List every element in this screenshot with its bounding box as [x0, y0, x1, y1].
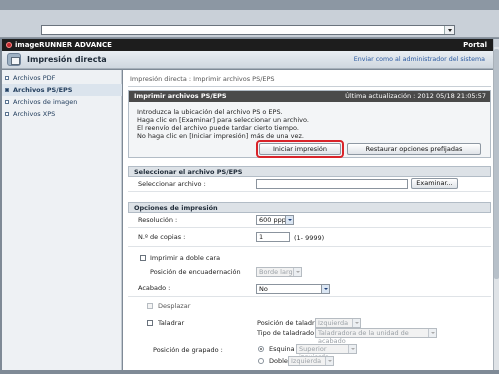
bullet-icon — [5, 100, 9, 104]
offset-label: Desplazar — [158, 302, 191, 310]
copies-value: 1 — [259, 233, 264, 241]
punch-label: Taladrar — [158, 319, 185, 327]
chevron-down-icon — [285, 216, 293, 224]
app-title: imageRUNNER ADVANCE — [15, 41, 112, 49]
punch-position-select[interactable]: Izquierda — [315, 318, 361, 328]
punch-type-value: Taladradora de la unidad de acabado — [318, 329, 409, 345]
canon-logo-icon — [6, 42, 12, 48]
file-path-input[interactable] — [256, 179, 408, 189]
sidebar-item-label: Archivos PDF — [13, 74, 56, 82]
function-title: Impresión directa — [27, 55, 107, 64]
chevron-down-icon — [293, 268, 301, 276]
chevron-down-icon — [325, 357, 333, 365]
binding-position-label: Posición de encuadernación — [150, 268, 241, 276]
duplex-checkbox[interactable] — [140, 255, 146, 261]
staple-double-value: Izquierda — [291, 357, 322, 365]
staple-double-radio[interactable] — [258, 358, 264, 364]
bullet-icon — [5, 88, 9, 92]
instruction-line: Haga clic en [Examinar] para seleccionar… — [137, 116, 309, 124]
browse-button[interactable]: Examinar... — [411, 178, 458, 189]
sidebar: Archivos PDF Archivos PS/EPS Archivos de… — [2, 70, 122, 370]
bullet-icon — [5, 112, 9, 116]
sidebar-item-label: Archivos PS/EPS — [13, 86, 73, 94]
sidebar-item-xps[interactable]: Archivos XPS — [2, 108, 122, 120]
offset-row: Desplazar — [128, 300, 491, 314]
binding-position-value: Borde largo — [259, 268, 297, 276]
main-content: Impresión directa : Imprimir archivos PS… — [123, 70, 493, 370]
copies-input[interactable]: 1 — [256, 232, 290, 242]
punch-type-label: Tipo de taladrado — [257, 329, 315, 337]
app-header: imageRUNNER ADVANCE Portal — [2, 39, 493, 51]
breadcrumb: Impresión directa : Imprimir archivos PS… — [130, 75, 275, 83]
bullet-icon — [5, 76, 9, 80]
duplex-block: Imprimir a doble cara Posición de encuad… — [128, 252, 491, 282]
offset-checkbox[interactable] — [147, 303, 153, 309]
punch-position-value: Izquierda — [318, 319, 349, 327]
finishing-select[interactable]: No — [256, 284, 330, 294]
staple-label: Posición de grapado : — [153, 346, 223, 354]
scroll-thumb[interactable] — [494, 49, 499, 279]
resolution-value: 600 ppp — [259, 216, 286, 224]
portal-link[interactable]: Portal — [463, 41, 487, 49]
print-panel: Imprimir archivos PS/EPS Última actualiz… — [128, 90, 491, 158]
chevron-down-icon — [428, 329, 436, 337]
function-bar: Impresión directa Enviar como al adminis… — [2, 51, 493, 69]
resolution-row: Resolución : 600 ppp — [128, 213, 491, 228]
browser-bottom-frame — [0, 370, 499, 374]
select-file-header: Seleccionar el archivo PS/EPS — [128, 166, 491, 177]
direct-print-icon — [7, 53, 21, 66]
copies-label: N.º de copias : — [138, 233, 186, 241]
divider — [128, 86, 491, 87]
start-print-button[interactable]: Iniciar impresión — [259, 143, 341, 155]
restore-defaults-button[interactable]: Restaurar opciones prefijadas — [347, 143, 481, 155]
sidebar-item-image[interactable]: Archivos de imagen — [2, 96, 122, 108]
resolution-select[interactable]: 600 ppp — [256, 215, 294, 225]
copies-range: (1- 9999) — [294, 234, 325, 242]
staple-block: Posición de grapado : Esquina Superior i… — [128, 344, 491, 370]
punch-checkbox[interactable] — [147, 320, 153, 326]
sidebar-item-ps-eps[interactable]: Archivos PS/EPS — [2, 84, 122, 96]
staple-double-select[interactable]: Izquierda — [288, 356, 334, 366]
sidebar-item-label: Archivos de imagen — [13, 98, 78, 106]
sidebar-item-pdf[interactable]: Archivos PDF — [2, 72, 122, 84]
duplex-label: Imprimir a doble cara — [150, 254, 221, 262]
chevron-down-icon — [348, 345, 356, 353]
punch-type-select[interactable]: Taladradora de la unidad de acabado — [315, 328, 437, 345]
sidebar-item-label: Archivos XPS — [13, 110, 56, 118]
finishing-label: Acabado : — [138, 284, 171, 292]
instruction-line: El reenvío del archivo puede tardar cier… — [137, 124, 299, 132]
binding-position-select[interactable]: Borde largo — [256, 267, 302, 277]
admin-login-link[interactable]: Enviar como al administrador del sistema — [354, 56, 485, 63]
finishing-value: No — [259, 285, 268, 293]
staple-corner-label: Esquina — [269, 345, 295, 353]
staple-double-label: Doble — [269, 357, 288, 365]
print-panel-title: Imprimir archivos PS/EPS — [134, 92, 227, 100]
instruction-line: Introduzca la ubicación del archivo PS o… — [137, 108, 283, 116]
scroll-up-icon[interactable] — [494, 39, 499, 47]
last-update: Última actualización : 2012 05/18 21:05:… — [345, 92, 486, 100]
print-options-header: Opciones de impresión — [128, 202, 491, 213]
resolution-label: Resolución : — [138, 216, 178, 224]
finishing-row: Acabado : No — [128, 283, 491, 297]
chevron-down-icon — [352, 319, 360, 327]
vertical-scrollbar[interactable] — [493, 39, 499, 370]
select-file-row: Seleccionar archivo : Examinar... — [128, 177, 491, 192]
address-bar[interactable] — [41, 25, 455, 35]
print-panel-header: Imprimir archivos PS/EPS Última actualiz… — [129, 91, 490, 102]
select-file-label: Seleccionar archivo : — [138, 180, 206, 188]
punch-block: Taladrar Posición de taladros Izquierda … — [128, 316, 491, 345]
instruction-line: No haga clic en [Iniciar impresión] más … — [137, 132, 304, 140]
chevron-down-icon[interactable] — [444, 26, 454, 34]
chevron-down-icon — [321, 285, 329, 293]
staple-corner-select[interactable]: Superior izquierda — [296, 344, 357, 361]
copies-row: N.º de copias : 1 (1- 9999) — [128, 229, 491, 247]
browser-window-frame — [0, 0, 499, 10]
staple-corner-radio[interactable] — [258, 346, 264, 352]
punch-position-label: Posición de taladros — [257, 319, 322, 327]
